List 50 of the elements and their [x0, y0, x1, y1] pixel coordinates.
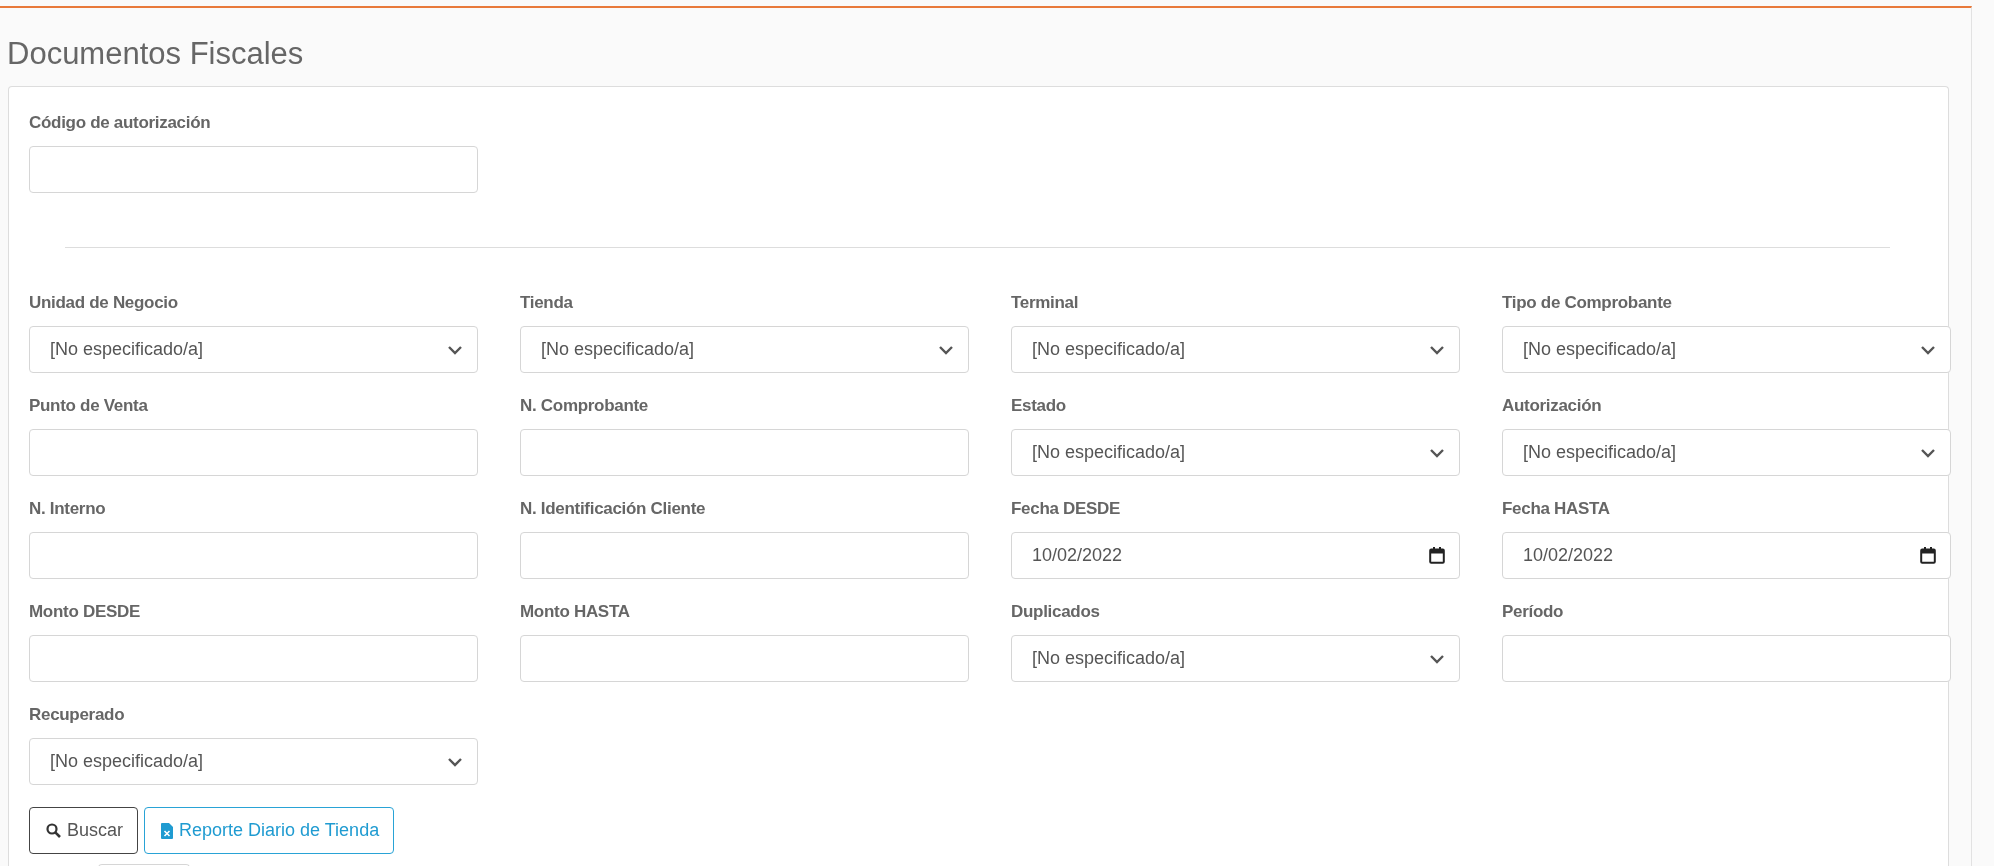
chevron-down-icon	[447, 756, 463, 767]
select-field[interactable]: [No especificado/a]	[1011, 326, 1460, 373]
select-field[interactable]: [No especificado/a]	[1011, 429, 1460, 476]
field-label: Autorización	[1502, 396, 1603, 417]
chevron-down-icon	[1429, 344, 1445, 355]
select-field[interactable]: [No especificado/a]	[29, 738, 478, 785]
field-label: Tipo de Comprobante	[1502, 293, 1673, 314]
input-field[interactable]	[1502, 635, 1951, 682]
field-label: Duplicados	[1011, 602, 1101, 623]
input-field[interactable]	[520, 429, 969, 476]
input-field[interactable]	[29, 635, 478, 682]
select-field[interactable]: [No especificado/a]	[1011, 635, 1460, 682]
field-label: Fecha HASTA	[1502, 499, 1611, 520]
input-field[interactable]	[520, 635, 969, 682]
input-field[interactable]	[520, 532, 969, 579]
chevron-down-icon	[1429, 653, 1445, 664]
search-button[interactable]: Buscar	[29, 807, 139, 854]
field-label: Código de autorización	[29, 113, 212, 134]
calendar-icon	[1429, 547, 1445, 564]
chevron-down-icon	[1920, 344, 1936, 355]
field-label: Tienda	[520, 293, 574, 314]
chevron-down-icon	[1429, 447, 1445, 458]
select-field[interactable]: [No especificado/a]	[29, 326, 478, 373]
search-icon	[46, 823, 61, 838]
field-label: Estado	[1011, 396, 1067, 417]
select-field[interactable]: [No especificado/a]	[1502, 326, 1951, 373]
select-field[interactable]: [No especificado/a]	[520, 326, 969, 373]
field-label: Punto de Venta	[29, 396, 149, 417]
input-field[interactable]	[29, 429, 478, 476]
date-field[interactable]: 10/02/2022	[1502, 532, 1951, 579]
field-label: N. Interno	[29, 499, 107, 520]
input-field[interactable]	[29, 146, 478, 193]
field-label: Monto DESDE	[29, 602, 141, 623]
date-field[interactable]: 10/02/2022	[1011, 532, 1460, 579]
calendar-icon	[1920, 547, 1936, 564]
page-title: Documentos Fiscales	[6, 35, 305, 72]
field-label: Fecha DESDE	[1011, 499, 1122, 520]
field-label: Unidad de Negocio	[29, 293, 179, 314]
select-field[interactable]: [No especificado/a]	[1502, 429, 1951, 476]
chevron-down-icon	[938, 344, 954, 355]
chevron-down-icon	[1920, 447, 1936, 458]
excel-file-icon	[161, 822, 174, 839]
field-label: Período	[1502, 602, 1565, 623]
field-label: Recuperado	[29, 705, 126, 726]
input-field[interactable]	[29, 532, 478, 579]
field-label: Terminal	[1011, 293, 1080, 314]
field-label: N. Identificación Cliente	[520, 499, 707, 520]
field-label: Monto HASTA	[520, 602, 631, 623]
chevron-down-icon	[447, 344, 463, 355]
field-label: N. Comprobante	[520, 396, 650, 417]
